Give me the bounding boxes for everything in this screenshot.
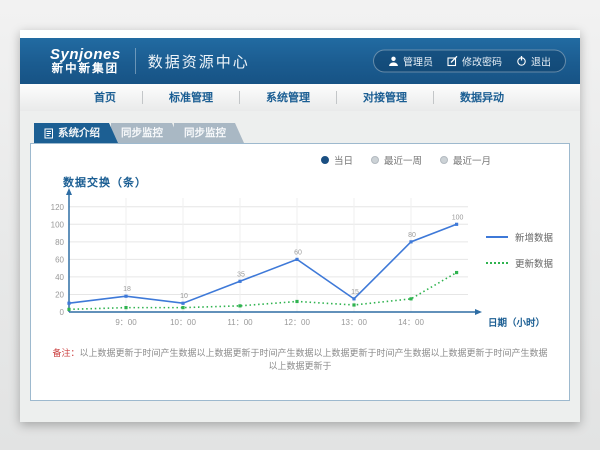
svg-text:9：00: 9：00 <box>115 318 137 327</box>
footnote-text: 以上数据更新于时间产生数据以上数据更新于时间产生数据以上数据更新于时间产生数据以… <box>80 348 548 371</box>
radio-last-month[interactable]: 最近一月 <box>440 153 491 167</box>
svg-text:14：00: 14：00 <box>398 318 424 327</box>
svg-text:10: 10 <box>180 293 188 300</box>
chart-legend: 新增数据 更新数据 <box>486 230 553 270</box>
radio-today[interactable]: 当日 <box>321 153 353 167</box>
svg-text:60: 60 <box>55 255 64 264</box>
legend-label: 更新数据 <box>515 256 553 270</box>
svg-text:120: 120 <box>51 203 65 212</box>
logo-text-en: Synjones <box>50 47 121 63</box>
nav-item-system-mgmt[interactable]: 系统管理 <box>240 85 336 111</box>
svg-text:80: 80 <box>408 232 416 239</box>
page-title: 数据资源中心 <box>148 51 250 72</box>
period-filter: 当日 最近一周 最近一月 <box>321 153 491 167</box>
radio-label: 最近一月 <box>453 153 491 167</box>
document-icon <box>44 128 54 139</box>
footnote: 备注：以上数据更新于时间产生数据以上数据更新于时间产生数据以上数据更新于时间产生… <box>51 346 549 372</box>
svg-text:60: 60 <box>294 249 302 256</box>
user-icon <box>388 56 399 67</box>
edit-icon <box>447 56 458 67</box>
chart-card: 当日 最近一周 最近一月 数据交换（条） 0204060801001209：00… <box>30 143 570 401</box>
radio-label: 最近一周 <box>384 153 422 167</box>
nav-item-data-change[interactable]: 数据异动 <box>434 85 530 111</box>
main-nav: 首页 标准管理 系统管理 对接管理 数据异动 <box>20 84 580 112</box>
tab-sync-monitor-1[interactable]: 同步监控 <box>111 123 181 143</box>
svg-text:100: 100 <box>51 220 65 229</box>
svg-text:15: 15 <box>351 289 359 296</box>
header-divider <box>135 48 136 74</box>
radio-last-week[interactable]: 最近一周 <box>371 153 422 167</box>
legend-label: 新增数据 <box>515 230 553 244</box>
svg-text:13：00: 13：00 <box>341 318 367 327</box>
logout-button[interactable]: 退出 <box>516 54 551 69</box>
current-user[interactable]: 管理员 <box>388 54 433 69</box>
svg-text:0: 0 <box>60 308 65 317</box>
logo-text-cn: 新中新集团 <box>50 63 121 75</box>
tab-system-intro[interactable]: 系统介绍 <box>34 123 118 143</box>
tab-label: 同步监控 <box>184 123 226 143</box>
window-top-strip <box>20 30 580 38</box>
svg-text:日期（小时）: 日期（小时） <box>488 317 545 329</box>
svg-text:40: 40 <box>55 273 64 282</box>
app-window: Synjones 新中新集团 数据资源中心 管理员 修改密码 <box>20 30 580 422</box>
radio-label: 当日 <box>334 153 353 167</box>
change-password-button[interactable]: 修改密码 <box>447 54 502 69</box>
app-header: Synjones 新中新集团 数据资源中心 管理员 修改密码 <box>20 38 580 84</box>
power-icon <box>516 56 527 67</box>
svg-text:11：00: 11：00 <box>227 318 253 327</box>
svg-text:12：00: 12：00 <box>284 318 310 327</box>
nav-item-standard-mgmt[interactable]: 标准管理 <box>143 85 239 111</box>
user-toolbar: 管理员 修改密码 退出 <box>373 50 566 73</box>
tab-label: 同步监控 <box>121 123 163 143</box>
svg-text:20: 20 <box>55 290 64 299</box>
legend-item-updated-data: 更新数据 <box>486 256 553 270</box>
svg-text:18: 18 <box>123 286 131 293</box>
legend-line-dotted <box>486 262 508 264</box>
radio-unselected-icon <box>371 156 379 164</box>
radio-selected-icon <box>321 156 329 164</box>
nav-item-home[interactable]: 首页 <box>68 85 142 111</box>
tab-bar: 系统介绍 同步监控 同步监控 <box>34 123 570 143</box>
change-password-label: 修改密码 <box>462 54 502 69</box>
content-area: 系统介绍 同步监控 同步监控 当日 最近一周 <box>20 111 580 422</box>
legend-line-solid <box>486 236 508 238</box>
company-logo: Synjones 新中新集团 <box>50 47 121 75</box>
radio-unselected-icon <box>440 156 448 164</box>
footnote-prefix: 备注： <box>52 348 79 358</box>
svg-text:80: 80 <box>55 238 64 247</box>
svg-text:35: 35 <box>237 271 245 278</box>
logout-label: 退出 <box>531 54 551 69</box>
svg-text:100: 100 <box>452 214 464 221</box>
tab-label: 系统介绍 <box>58 123 100 143</box>
svg-text:10：00: 10：00 <box>170 318 196 327</box>
user-name: 管理员 <box>403 54 433 69</box>
legend-item-new-data: 新增数据 <box>486 230 553 244</box>
tab-sync-monitor-2[interactable]: 同步监控 <box>174 123 244 143</box>
nav-item-docking-mgmt[interactable]: 对接管理 <box>337 85 433 111</box>
